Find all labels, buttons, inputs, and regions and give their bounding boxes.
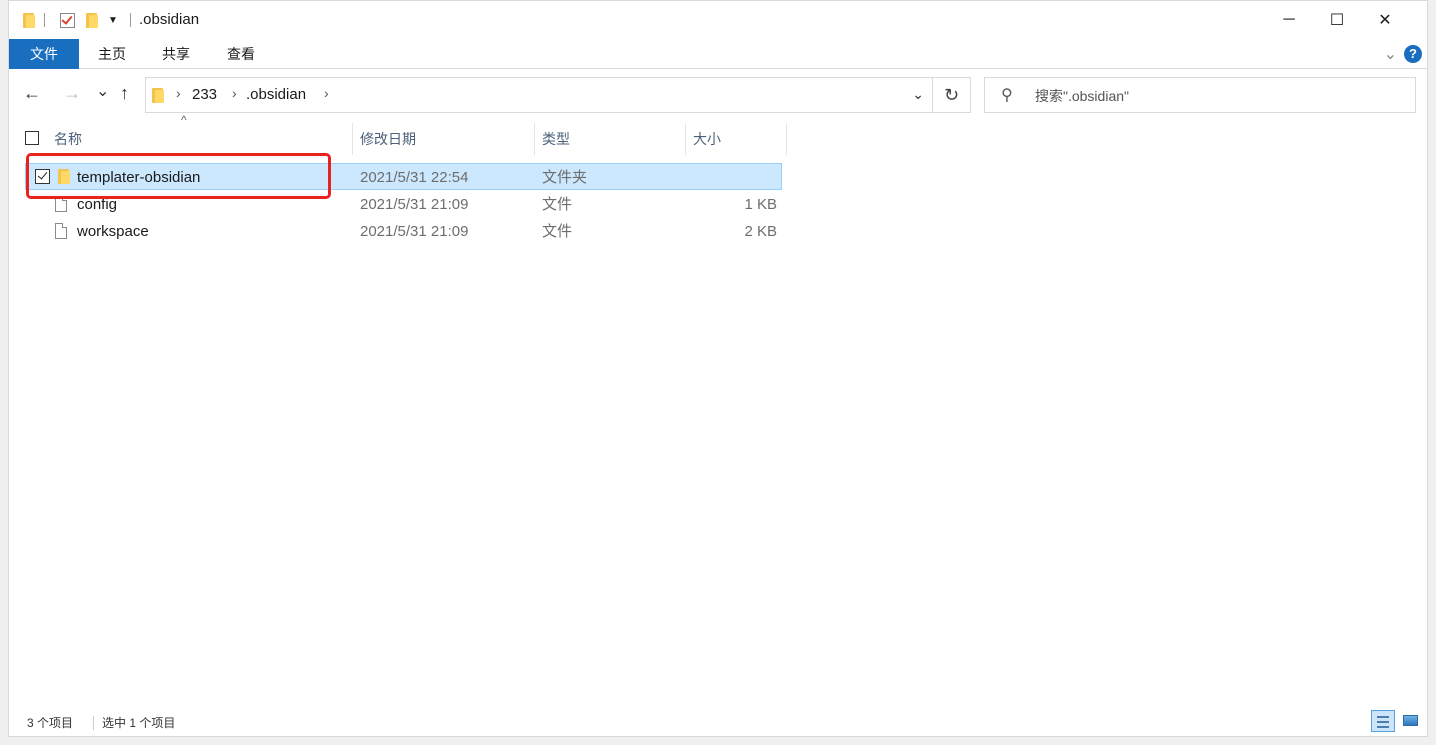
file-type: 文件	[542, 196, 573, 213]
file-type: 文件夹	[542, 169, 588, 186]
properties-icon[interactable]	[60, 11, 75, 29]
column-divider[interactable]	[685, 123, 686, 155]
file-date: 2021/5/31 21:09	[360, 196, 469, 213]
column-divider[interactable]	[534, 123, 535, 155]
chevron-right-icon[interactable]: ›	[324, 85, 329, 101]
back-button[interactable]: ←	[23, 83, 41, 104]
column-header-date[interactable]: 修改日期	[360, 123, 416, 155]
file-date: 2021/5/31 22:54	[360, 169, 469, 186]
file-name[interactable]: workspace	[77, 218, 149, 245]
folder-icon	[58, 169, 70, 187]
minimize-button[interactable]: ─	[1266, 1, 1312, 39]
file-size: 2 KB	[744, 223, 777, 240]
file-size: 1 KB	[744, 196, 777, 213]
search-icon: ⚲	[1001, 87, 1013, 104]
breadcrumb-obsidian[interactable]: .obsidian	[246, 86, 306, 103]
column-divider[interactable]	[352, 123, 353, 155]
column-header-name[interactable]: 名称	[54, 123, 82, 155]
separator	[130, 11, 131, 29]
file-row-workspace[interactable]: workspace 2021/5/31 21:09 文件 2 KB	[25, 218, 782, 245]
selected-count: 选中 1 个项目	[102, 716, 176, 730]
file-row-config[interactable]: config 2021/5/31 21:09 文件 1 KB	[25, 191, 782, 218]
tab-share[interactable]: 共享	[151, 39, 201, 69]
address-history-dropdown[interactable]: ⌄	[912, 86, 924, 103]
refresh-button[interactable]: ↻	[933, 77, 971, 113]
breadcrumb-233[interactable]: 233	[192, 86, 217, 103]
column-header-type[interactable]: 类型	[542, 123, 570, 155]
status-divider	[93, 716, 94, 730]
maximize-button[interactable]: ☐	[1314, 1, 1360, 39]
window-title: .obsidian	[139, 11, 200, 28]
select-all-checkbox[interactable]	[25, 131, 39, 145]
details-view-button[interactable]	[1371, 710, 1395, 732]
file-date: 2021/5/31 21:09	[360, 223, 469, 240]
explorer-window: ▼ .obsidian ─ ☐ ✕ 文件 主页 共享 查看 ⌄ ? ← → ⌄ …	[8, 0, 1428, 737]
folder-icon	[152, 88, 164, 106]
search-box[interactable]: ⚲	[984, 77, 1416, 113]
close-button[interactable]: ✕	[1362, 1, 1408, 39]
large-icons-view-button[interactable]	[1399, 710, 1423, 732]
file-row-templater-obsidian[interactable]: templater-obsidian 2021/5/31 22:54 文件夹	[25, 163, 782, 190]
chevron-right-icon[interactable]: ›	[232, 85, 237, 101]
status-bar: 3 个项目 选中 1 个项目	[9, 706, 1427, 736]
customize-toolbar-icon[interactable]: ▼	[108, 11, 118, 29]
tab-view[interactable]: 查看	[216, 39, 266, 69]
file-name[interactable]: config	[77, 191, 117, 218]
up-button[interactable]: ↑	[120, 83, 129, 104]
item-count: 3 个项目	[27, 716, 74, 730]
title-bar: ▼ .obsidian ─ ☐ ✕	[9, 1, 1427, 39]
ribbon-tabs: 文件 主页 共享 查看 ⌄ ?	[9, 39, 1427, 69]
file-icon	[55, 223, 67, 239]
forward-button[interactable]: →	[63, 83, 81, 104]
search-input[interactable]	[1033, 84, 1397, 108]
column-header-size[interactable]: 大小	[693, 123, 721, 155]
sort-ascending-icon: ^	[181, 113, 187, 127]
column-divider[interactable]	[786, 123, 787, 155]
tab-file[interactable]: 文件	[9, 39, 79, 69]
help-icon[interactable]: ?	[1404, 45, 1422, 63]
recent-locations-button[interactable]: ⌄	[96, 81, 109, 101]
chevron-right-icon[interactable]: ›	[176, 85, 181, 101]
expand-ribbon-icon[interactable]: ⌄	[1384, 44, 1397, 64]
tab-home[interactable]: 主页	[87, 39, 137, 69]
file-name[interactable]: templater-obsidian	[77, 164, 200, 191]
folder-icon	[23, 11, 35, 29]
separator	[44, 11, 45, 29]
row-checkbox[interactable]	[35, 169, 50, 184]
file-icon	[55, 196, 67, 212]
file-type: 文件	[542, 223, 573, 240]
new-folder-icon[interactable]	[86, 11, 98, 29]
address-bar[interactable]: › 233 › .obsidian › ⌄	[145, 77, 933, 113]
